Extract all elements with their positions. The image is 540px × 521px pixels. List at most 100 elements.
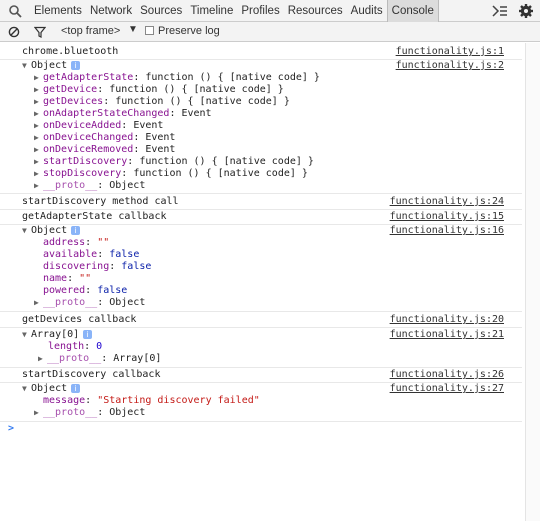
console-prompt[interactable]: > <box>8 423 14 434</box>
expand-triangle-icon[interactable]: ▼ <box>22 60 31 72</box>
collapsed-triangle-icon[interactable]: ▶ <box>34 72 43 84</box>
tab-network[interactable]: Network <box>86 0 136 22</box>
property-value: : Event <box>121 120 164 131</box>
object-property[interactable]: ▶ stopDiscovery: function () { [native co… <box>34 168 540 180</box>
source-link[interactable]: functionality.js:24 <box>390 196 504 208</box>
source-link[interactable]: functionality.js:2 <box>396 60 504 72</box>
log-text: chrome.bluetooth <box>22 46 119 57</box>
tab-audits[interactable]: Audits <box>347 0 387 22</box>
source-link[interactable]: functionality.js:20 <box>390 314 504 326</box>
object-label: Object <box>31 225 68 236</box>
object-property[interactable]: ▶ onDeviceAdded: Event <box>34 120 540 132</box>
tab-sources[interactable]: Sources <box>136 0 186 22</box>
collapsed-triangle-icon[interactable]: ▶ <box>34 297 43 309</box>
source-link[interactable]: functionality.js:1 <box>396 46 504 58</box>
tab-elements[interactable]: Elements <box>30 0 86 22</box>
object-header[interactable]: ▼ Array[0] i functionality.js:21 <box>0 329 522 341</box>
log-text: getDevices callback <box>22 314 137 325</box>
divider <box>0 209 522 210</box>
filter-icon[interactable] <box>34 26 46 38</box>
object-property[interactable]: ▶ startDiscovery: function () { [native c… <box>34 156 540 168</box>
source-link[interactable]: functionality.js:21 <box>390 329 504 341</box>
property-value: "" <box>79 273 92 284</box>
object-property[interactable]: ▶ onDeviceChanged: Event <box>34 132 540 144</box>
object-property[interactable]: ▶ __proto__: Object <box>34 407 540 419</box>
console-scrollbar[interactable] <box>525 43 540 521</box>
object-property[interactable]: ▶ getDevice: function () { [native code] … <box>34 84 540 96</box>
log-line: getAdapterState callback functionality.j… <box>0 211 522 223</box>
property-key: onDeviceRemoved <box>43 144 134 155</box>
collapsed-triangle-icon[interactable]: ▶ <box>34 96 43 108</box>
property-value: : Array[0] <box>101 353 162 364</box>
log-line: getDevices callback functionality.js:20 <box>0 314 522 326</box>
console-output: chrome.bluetooth functionality.js:1 ▼ Obj… <box>0 43 540 521</box>
collapsed-triangle-icon[interactable]: ▶ <box>34 108 43 120</box>
collapsed-triangle-icon[interactable]: ▶ <box>34 144 43 156</box>
property-key: powered <box>43 285 86 296</box>
source-link[interactable]: functionality.js:16 <box>390 225 504 237</box>
collapsed-triangle-icon[interactable]: ▶ <box>34 120 43 132</box>
expand-triangle-icon[interactable]: ▼ <box>22 383 31 395</box>
collapsed-triangle-icon[interactable]: ▶ <box>34 168 43 180</box>
property-value: : Event <box>133 144 176 155</box>
object-property: powered: false <box>43 285 128 296</box>
object-property[interactable]: ▶ __proto__: Object <box>34 297 540 309</box>
object-property[interactable]: ▶ onDeviceRemoved: Event <box>34 144 540 156</box>
divider <box>0 327 522 328</box>
object-header[interactable]: ▼ Object i functionality.js:16 <box>0 225 522 237</box>
object-header[interactable]: ▼ Object i functionality.js:27 <box>0 383 522 395</box>
tab-timeline[interactable]: Timeline <box>186 0 237 22</box>
source-link[interactable]: functionality.js:26 <box>390 369 504 381</box>
property-key: __proto__ <box>43 407 98 418</box>
settings-gear-icon[interactable] <box>518 3 534 19</box>
expand-triangle-icon[interactable]: ▼ <box>22 225 31 237</box>
property-key: address <box>43 237 86 248</box>
object-property: discovering: false <box>43 261 152 272</box>
source-link[interactable]: functionality.js:15 <box>390 211 504 223</box>
collapsed-triangle-icon[interactable]: ▶ <box>34 84 43 96</box>
property-value: : function () { [native code] } <box>103 96 290 107</box>
tab-resources[interactable]: Resources <box>284 0 347 22</box>
clear-console-icon[interactable] <box>8 26 20 38</box>
object-property: name: "" <box>43 273 92 284</box>
object-label: Object <box>31 383 68 394</box>
log-text: startDiscovery callback <box>22 369 161 380</box>
tab-profiles[interactable]: Profiles <box>237 0 283 22</box>
property-key: startDiscovery <box>43 156 128 167</box>
expand-triangle-icon[interactable]: ▼ <box>22 329 31 341</box>
property-key: onAdapterStateChanged <box>43 108 170 119</box>
info-icon: i <box>71 225 81 235</box>
collapsed-triangle-icon[interactable]: ▶ <box>34 132 43 144</box>
object-property[interactable]: ▶ getDevices: function () { [native code]… <box>34 96 540 108</box>
object-property[interactable]: ▶ getAdapterState: function () { [native … <box>34 72 540 84</box>
inspect-search-icon[interactable] <box>8 4 22 18</box>
property-key: onDeviceChanged <box>43 132 134 143</box>
context-selector[interactable]: <top frame> <box>61 25 120 37</box>
object-property[interactable]: ▶ onAdapterStateChanged: Event <box>34 108 540 120</box>
property-key: onDeviceAdded <box>43 120 122 131</box>
collapsed-triangle-icon[interactable]: ▶ <box>34 156 43 168</box>
object-property[interactable]: ▶ __proto__: Object <box>34 180 540 192</box>
property-key: length <box>48 341 85 352</box>
context-dropdown-arrow-icon[interactable]: ▼ <box>128 24 138 35</box>
property-value: false <box>109 249 140 260</box>
property-value: false <box>97 285 128 296</box>
property-key: __proto__ <box>43 297 98 308</box>
info-icon: i <box>71 383 81 393</box>
property-value: : Event <box>169 108 212 119</box>
divider <box>0 367 522 368</box>
object-header[interactable]: ▼ Object i functionality.js:2 <box>0 60 522 72</box>
object-property: length: 0 <box>48 341 103 352</box>
collapsed-triangle-icon[interactable]: ▶ <box>34 180 43 192</box>
object-property[interactable]: ▶ __proto__: Array[0] <box>38 353 540 365</box>
property-key: getAdapterState <box>43 72 134 83</box>
tab-console[interactable]: Console <box>386 0 439 22</box>
property-value: false <box>121 261 152 272</box>
source-link[interactable]: functionality.js:27 <box>390 383 504 395</box>
collapsed-triangle-icon[interactable]: ▶ <box>38 353 47 365</box>
property-value: : function () { [native code] } <box>97 84 284 95</box>
drawer-toggle-icon[interactable] <box>492 4 508 18</box>
collapsed-triangle-icon[interactable]: ▶ <box>34 407 43 419</box>
preserve-log-checkbox[interactable] <box>145 26 154 35</box>
property-key: getDevices <box>43 96 104 107</box>
